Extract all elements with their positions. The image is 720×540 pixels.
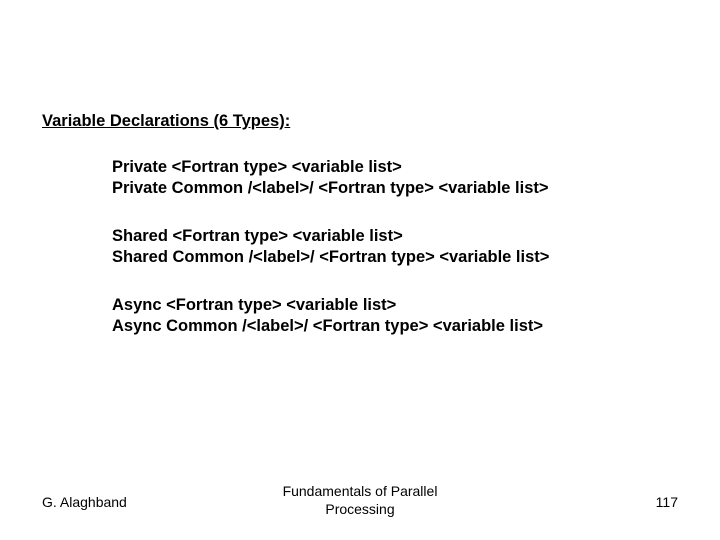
decl-line: Private Common /<label>/ <Fortran type> … — [112, 178, 680, 199]
decl-line: Shared Common /<label>/ <Fortran type> <… — [112, 247, 680, 268]
footer-title-line1: Fundamentals of Parallel — [283, 483, 438, 499]
footer-title: Fundamentals of Parallel Processing — [0, 483, 720, 518]
decl-line: Shared <Fortran type> <variable list> — [112, 226, 680, 247]
decl-line: Async <Fortran type> <variable list> — [112, 295, 680, 316]
footer-title-line2: Processing — [325, 501, 394, 517]
section-heading: Variable Declarations (6 Types): — [42, 112, 680, 131]
footer-page-number: 117 — [656, 494, 678, 510]
decl-line: Private <Fortran type> <variable list> — [112, 157, 680, 178]
decl-group-async: Async <Fortran type> <variable list> Asy… — [112, 295, 680, 338]
decl-line: Async Common /<label>/ <Fortran type> <v… — [112, 316, 680, 337]
decl-group-shared: Shared <Fortran type> <variable list> Sh… — [112, 226, 680, 269]
decl-group-private: Private <Fortran type> <variable list> P… — [112, 157, 680, 200]
